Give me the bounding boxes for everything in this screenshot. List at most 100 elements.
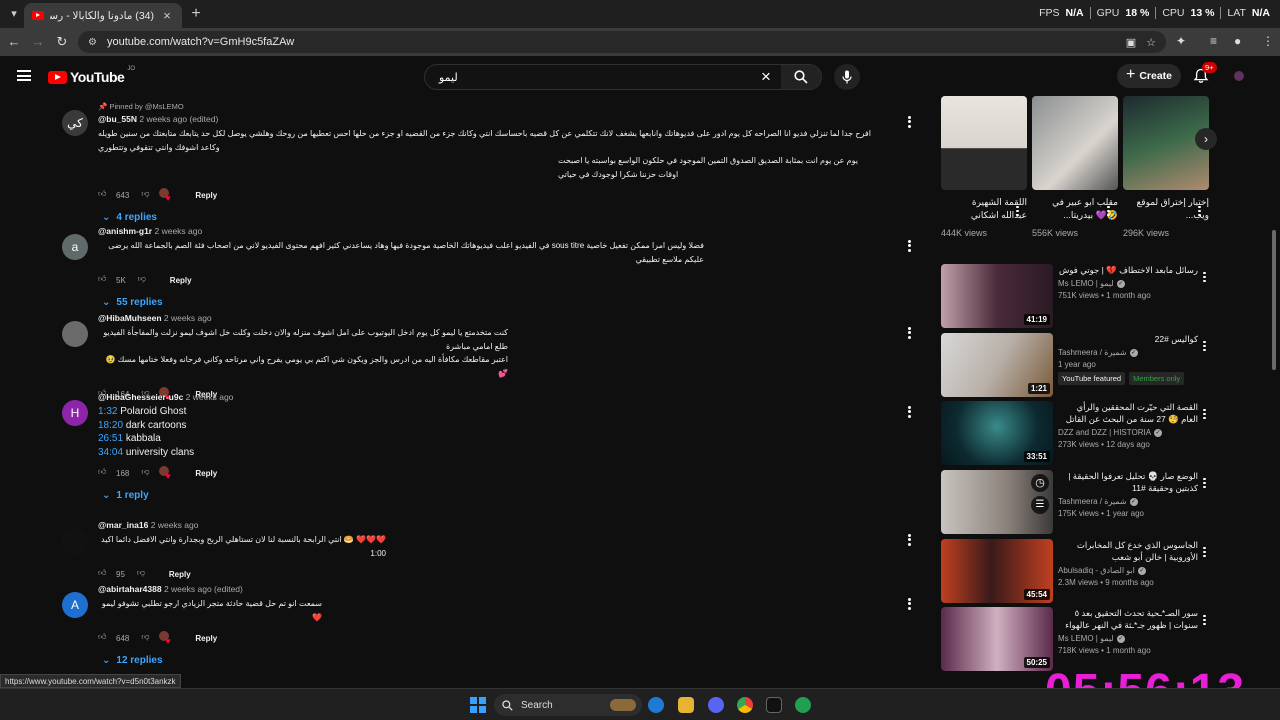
avatar[interactable]: H xyxy=(62,400,88,426)
dislike-icon[interactable]: 👎︎ xyxy=(137,568,149,580)
page-scrollbar[interactable] xyxy=(1270,96,1278,696)
view-replies-button[interactable]: ⌄ 4 replies xyxy=(98,212,898,223)
video-title[interactable]: الوضع صار 💀 تحليل تعرفوا الحقيقة | كذبتي… xyxy=(1058,470,1198,494)
timestamp-link[interactable]: 26:51 xyxy=(98,433,123,444)
video-thumbnail[interactable]: 33:51 xyxy=(941,401,1053,465)
video-title[interactable]: القصة التي حيّرت المحققين والرأي العام 🧐… xyxy=(1058,401,1198,425)
windows-start-icon[interactable] xyxy=(470,697,486,713)
comment-menu-icon[interactable] xyxy=(908,404,911,419)
video-title[interactable]: سور الصـ*ـحية تحدث التحقيق بعد ٥ سنوات |… xyxy=(1058,607,1198,631)
avatar[interactable] xyxy=(62,321,88,347)
account-avatar[interactable] xyxy=(1234,71,1244,81)
watch-later-icon[interactable]: ◷ xyxy=(1031,474,1049,492)
back-icon[interactable]: ← xyxy=(6,34,22,49)
video-title[interactable]: رسائل مابعد الاختطاف 💔 | جوتي فوش xyxy=(1058,264,1198,276)
avatar[interactable]: A xyxy=(62,592,88,618)
address-bar[interactable]: ⚙ youtube.com/watch?v=GmH9c5faZAw ▣ ☆ xyxy=(78,31,1166,53)
shelf-item[interactable]: اللقمة الشهيرة عبدالله اشكاني 444K views xyxy=(941,96,1027,238)
comment-menu-icon[interactable] xyxy=(908,596,911,611)
video-title[interactable]: الجاسوس الذي خدع كل المخابرات الأوروبية … xyxy=(1058,539,1198,563)
shelf-menu-icon[interactable] xyxy=(1198,204,1201,218)
url-text[interactable]: youtube.com/watch?v=GmH9c5faZAw xyxy=(107,36,1116,48)
shelf-title[interactable]: اللقمة الشهيرة عبدالله اشكاني xyxy=(941,196,1027,224)
video-menu-icon[interactable] xyxy=(1203,339,1206,353)
channel-name[interactable]: Tashmeera / شميرة ✓ xyxy=(1058,497,1198,506)
extensions-icon[interactable]: ✦ xyxy=(1176,34,1186,48)
tab-search-icon[interactable]: ▾ xyxy=(6,6,22,22)
comment-time[interactable]: 2 weeks ago (edited) xyxy=(164,584,243,594)
video-menu-icon[interactable] xyxy=(1203,270,1206,284)
video-thumbnail[interactable]: 45:54 xyxy=(941,539,1053,603)
add-to-queue-icon[interactable]: ☰ xyxy=(1031,496,1049,514)
reply-button[interactable]: Reply xyxy=(169,570,191,579)
video-menu-icon[interactable] xyxy=(1203,545,1206,559)
shelf-menu-icon[interactable] xyxy=(1016,204,1019,218)
file-explorer-icon[interactable] xyxy=(678,697,694,713)
like-icon[interactable]: 👍︎ xyxy=(98,467,110,479)
channel-name[interactable]: Tashmeera / شميرة ✓ xyxy=(1058,348,1198,357)
comment-time[interactable]: 2 weeks ago xyxy=(186,392,234,402)
related-video[interactable]: 50:25 سور الصـ*ـحية تحدث التحقيق بعد ٥ س… xyxy=(941,607,1211,671)
channel-name[interactable]: Ms LEMO | ليمو ✓ xyxy=(1058,279,1198,288)
channel-name[interactable]: Ms LEMO | ليمو ✓ xyxy=(1058,634,1198,643)
comment-author[interactable]: @HibaGhesseier-u9c xyxy=(98,392,183,402)
create-button[interactable]: + Create xyxy=(1117,64,1181,88)
search-input[interactable]: ليمو xyxy=(425,71,751,84)
related-video[interactable]: 1:21 كواليس #22 Tashmeera / شميرة ✓ 1 yea… xyxy=(941,333,1211,397)
reply-button[interactable]: Reply xyxy=(195,634,217,643)
comment-time[interactable]: 2 weeks ago xyxy=(164,313,212,323)
youtube-logo[interactable]: YouTube JO xyxy=(48,66,135,85)
voice-search-button[interactable] xyxy=(834,64,860,90)
comment-author[interactable]: @HibaMuhseen xyxy=(98,313,162,323)
comment-author[interactable]: @anishm-g1r xyxy=(98,226,152,236)
view-replies-button[interactable]: ⌄ 12 replies xyxy=(98,655,898,666)
video-thumbnail[interactable]: ◷ ☰ xyxy=(941,470,1053,534)
taskbar-search[interactable]: Search xyxy=(494,694,642,716)
video-thumbnail[interactable]: 50:25 xyxy=(941,607,1053,671)
bookmark-star-icon[interactable]: ☆ xyxy=(1146,36,1156,49)
browser-tab-active[interactable]: (34) مادونا والكابالا - رسائل مبطنة... × xyxy=(24,3,182,28)
view-replies-button[interactable]: ⌄ 1 reply xyxy=(98,490,898,501)
notifications-button[interactable]: 9+ xyxy=(1193,62,1217,86)
shelf-thumbnail[interactable] xyxy=(1032,96,1118,190)
discord-icon[interactable] xyxy=(708,697,724,713)
shelf-title[interactable]: إختبار إختراق لموقع ويب... xyxy=(1123,196,1209,224)
related-video[interactable]: 45:54 الجاسوس الذي خدع كل المخابرات الأو… xyxy=(941,539,1211,603)
related-video[interactable]: 33:51 القصة التي حيّرت المحققين والرأي ا… xyxy=(941,401,1211,465)
search-box[interactable]: ليمو × xyxy=(424,64,822,90)
profile-icon[interactable]: ● xyxy=(1234,34,1241,48)
shelf-title[interactable]: مقلب ابو عبير في 🤣💜 بيدريتا... xyxy=(1032,196,1118,224)
shelf-item[interactable]: إختبار إختراق لموقع ويب... 296K views xyxy=(1123,96,1209,238)
chrome-icon[interactable] xyxy=(737,697,753,713)
avatar[interactable]: a xyxy=(62,234,88,260)
edge-icon[interactable] xyxy=(648,697,664,713)
related-video[interactable]: 41:19 رسائل مابعد الاختطاف 💔 | جوتي فوش … xyxy=(941,264,1211,328)
search-button[interactable] xyxy=(781,65,821,89)
comment-author[interactable]: @mar_ina16 xyxy=(98,520,148,530)
like-icon[interactable]: 👍︎ xyxy=(98,189,110,201)
video-title[interactable]: كواليس #22 xyxy=(1058,333,1198,345)
guide-menu-icon[interactable] xyxy=(17,70,31,81)
site-info-icon[interactable]: ⚙ xyxy=(88,37,97,48)
comment-menu-icon[interactable] xyxy=(908,325,911,340)
new-tab-button[interactable]: + xyxy=(188,5,204,23)
video-menu-icon[interactable] xyxy=(1203,613,1206,627)
scrollbar-thumb[interactable] xyxy=(1272,230,1276,370)
timestamp-link[interactable]: 1:32 xyxy=(98,406,117,417)
like-icon[interactable]: 👍︎ xyxy=(98,568,110,580)
timestamp-link[interactable]: 34:04 xyxy=(98,447,123,458)
like-icon[interactable]: 👍︎ xyxy=(98,632,110,644)
video-menu-icon[interactable] xyxy=(1203,407,1206,421)
avatar[interactable] xyxy=(62,528,88,554)
video-thumbnail[interactable]: 1:21 xyxy=(941,333,1053,397)
reload-icon[interactable]: ↻ xyxy=(54,34,70,50)
dislike-icon[interactable]: 👎︎ xyxy=(138,274,150,286)
forward-icon[interactable]: → xyxy=(30,34,46,49)
comment-menu-icon[interactable] xyxy=(908,532,911,547)
dislike-icon[interactable]: 👎︎ xyxy=(141,189,153,201)
related-video[interactable]: ◷ ☰ الوضع صار 💀 تحليل تعرفوا الحقيقة | ك… xyxy=(941,470,1211,534)
channel-name[interactable]: Abulsadiq - ابو الصادق ✓ xyxy=(1058,566,1198,575)
like-icon[interactable]: 👍︎ xyxy=(98,274,110,286)
reading-list-icon[interactable]: ≡ xyxy=(1210,34,1217,48)
comment-menu-icon[interactable] xyxy=(908,114,911,129)
